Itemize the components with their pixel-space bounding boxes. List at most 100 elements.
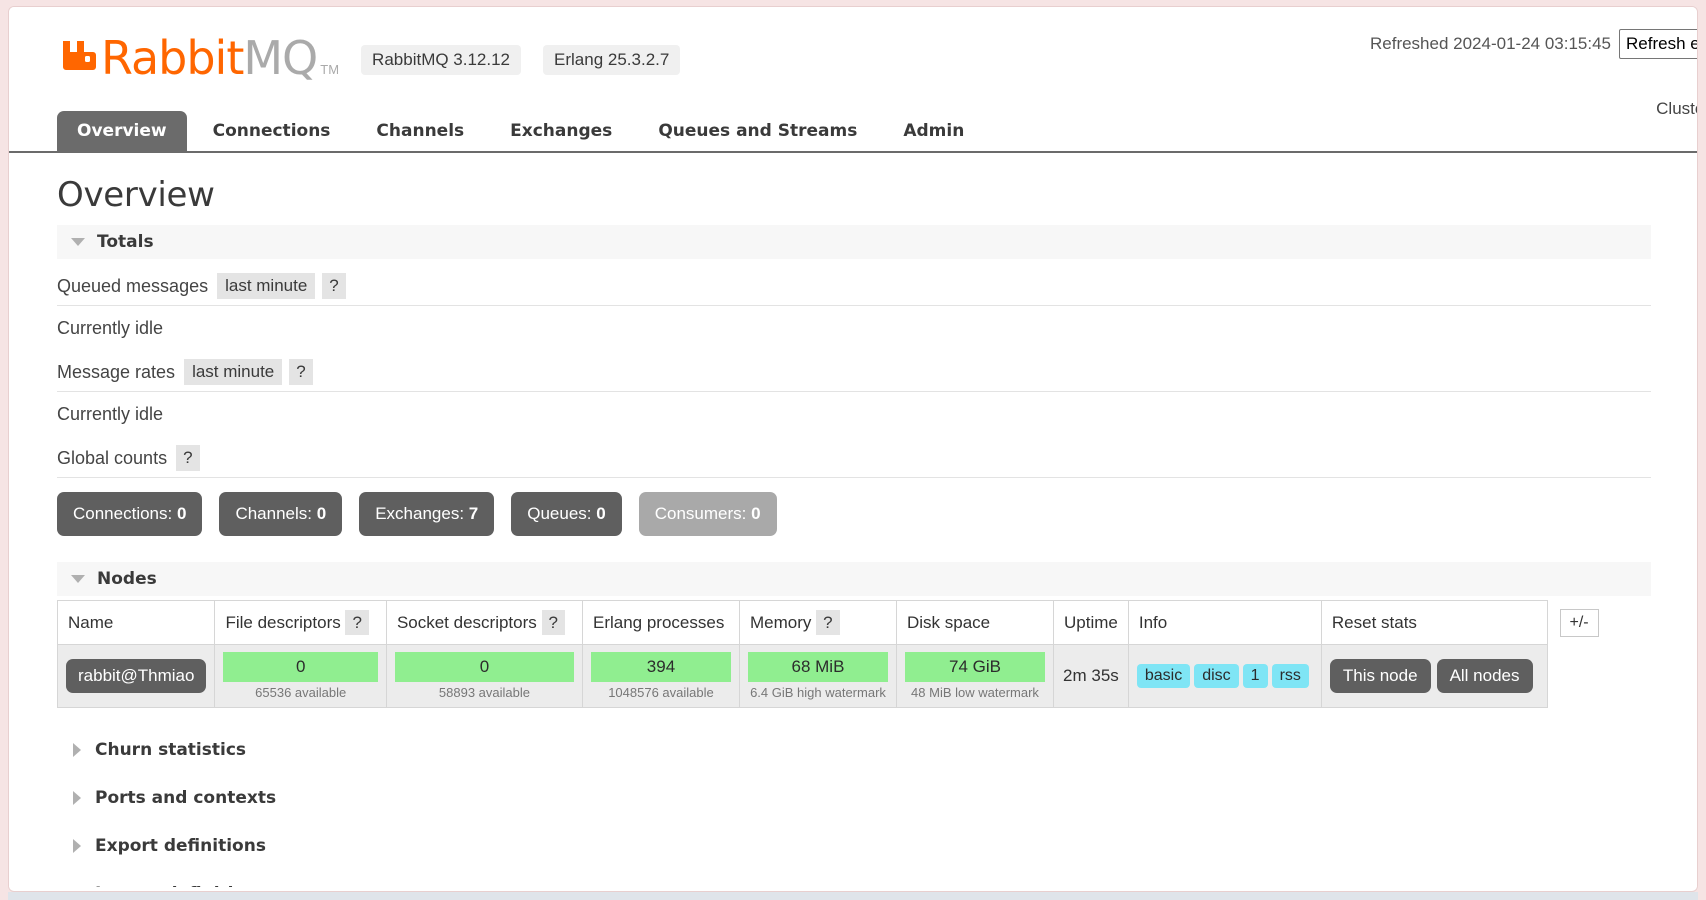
horizontal-scrollbar[interactable]	[8, 892, 1698, 900]
col-memory-label: Memory	[749, 612, 812, 632]
reset-all-nodes-button[interactable]: All nodes	[1436, 659, 1533, 693]
badge-exchanges[interactable]: Exchanges: 7	[359, 492, 495, 536]
browser-viewport: RabbitMQ TM RabbitMQ 3.12.12 Erlang 25.3…	[8, 6, 1698, 892]
erlang-version-pill: Erlang 25.3.2.7	[543, 45, 681, 75]
caret-down-icon	[71, 575, 85, 583]
section-churn-statistics[interactable]: Churn statistics	[57, 726, 1651, 774]
col-uptime[interactable]: Uptime	[1052, 600, 1129, 645]
memory-bar: 68 MiB	[747, 652, 888, 682]
queued-messages-period-chip[interactable]: last minute	[217, 273, 316, 299]
main-content: Overview Totals Queued messages last min…	[9, 153, 1697, 887]
badge-queues[interactable]: Queues: 0	[511, 492, 622, 536]
file-descriptors-bar: 0	[223, 652, 378, 682]
toggle-columns-button[interactable]: +/-	[1559, 608, 1599, 637]
badge-connections[interactable]: Connections: 0	[57, 492, 203, 536]
cell-memory: 68 MiB 6.4 GiB high watermark	[738, 644, 897, 708]
badge-channels-value: 0	[316, 504, 327, 523]
global-counts-help-icon[interactable]: ?	[176, 445, 200, 471]
section-ports-and-contexts[interactable]: Ports and contexts	[57, 774, 1651, 822]
info-tag-rss[interactable]: rss	[1271, 664, 1309, 688]
caret-down-icon	[71, 238, 85, 246]
tab-exchanges[interactable]: Exchanges	[490, 111, 632, 151]
message-rates-row: Message rates last minute ?	[57, 349, 1651, 392]
col-name[interactable]: Name	[56, 600, 216, 645]
page-title: Overview	[57, 175, 215, 215]
cell-node-name: rabbit@Thmiao	[56, 644, 216, 708]
col-file-descriptors[interactable]: File descriptors ?	[214, 600, 387, 645]
vhost-line: Virtual host	[1199, 69, 1697, 89]
totals-section-header[interactable]: Totals	[57, 225, 1651, 259]
collapsed-sections-list: Churn statistics Ports and contexts Expo…	[57, 726, 1651, 887]
nodes-section-header[interactable]: Nodes	[57, 562, 1651, 596]
section-export-definitions[interactable]: Export definitions	[57, 822, 1651, 870]
tab-queues-and-streams[interactable]: Queues and Streams	[638, 111, 877, 151]
global-counts-badge-list: Connections: 0 Channels: 0 Exchanges: 7 …	[57, 492, 1651, 536]
badge-queues-value: 0	[596, 504, 606, 523]
page-content: RabbitMQ TM RabbitMQ 3.12.12 Erlang 25.3…	[9, 7, 1697, 887]
cell-file-descriptors: 0 65536 available	[214, 644, 387, 708]
page-header: RabbitMQ TM RabbitMQ 3.12.12 Erlang 25.3…	[9, 7, 1697, 118]
tab-overview[interactable]: Overview	[57, 111, 187, 151]
info-tag-basic[interactable]: basic	[1136, 664, 1191, 688]
col-info[interactable]: Info	[1127, 600, 1322, 645]
badge-connections-label: Connections:	[73, 504, 173, 523]
caret-right-icon	[73, 839, 81, 853]
erlang-processes-sub: 1048576 available	[608, 685, 714, 700]
node-name-link[interactable]: rabbit@Thmiao	[66, 659, 207, 693]
socket-descriptors-sub: 58893 available	[438, 685, 530, 700]
queued-messages-row: Queued messages last minute ?	[57, 263, 1651, 306]
col-socket-descriptors[interactable]: Socket descriptors ?	[385, 600, 583, 645]
disk-space-sub: 48 MiB low watermark	[911, 685, 1039, 700]
socket-descriptors-help-icon[interactable]: ?	[541, 609, 565, 635]
col-socket-descriptors-label: Socket descriptors	[396, 612, 537, 632]
cell-disk-space: 74 GiB 48 MiB low watermark	[895, 644, 1054, 708]
col-reset-stats[interactable]: Reset stats	[1320, 600, 1548, 645]
badge-channels[interactable]: Channels: 0	[219, 492, 343, 536]
message-rates-help-icon[interactable]: ?	[289, 359, 313, 385]
erlang-processes-bar: 394	[590, 652, 731, 682]
main-navigation: Overview Connections Channels Exchanges …	[9, 109, 1697, 153]
info-tag-disc[interactable]: disc	[1194, 664, 1239, 688]
queued-messages-help-icon[interactable]: ?	[322, 273, 346, 299]
section-churn-statistics-label: Churn statistics	[95, 740, 247, 760]
badge-consumers[interactable]: Consumers: 0	[638, 492, 777, 536]
section-import-definitions[interactable]: Import definitions	[57, 870, 1651, 887]
file-descriptors-help-icon[interactable]: ?	[345, 609, 369, 635]
col-erlang-processes[interactable]: Erlang processes	[581, 600, 740, 645]
rabbitmq-version-pill: RabbitMQ 3.12.12	[361, 45, 522, 75]
section-ports-and-contexts-label: Ports and contexts	[95, 788, 277, 808]
col-disk-space[interactable]: Disk space	[895, 600, 1054, 645]
cell-uptime: 2m 35s	[1052, 644, 1129, 708]
info-tag-1[interactable]: 1	[1242, 664, 1268, 688]
brand-logo-area[interactable]: RabbitMQ TM RabbitMQ 3.12.12 Erlang 25.3…	[57, 29, 681, 81]
col-memory[interactable]: Memory ?	[738, 600, 897, 645]
message-rates-idle-text: Currently idle	[57, 404, 164, 424]
badge-consumers-label: Consumers:	[654, 504, 747, 523]
caret-right-icon	[73, 791, 81, 805]
tab-channels[interactable]: Channels	[356, 111, 484, 151]
queued-messages-idle-text: Currently idle	[57, 318, 164, 338]
global-counts-label: Global counts	[57, 447, 168, 468]
badge-channels-label: Channels:	[235, 504, 312, 523]
tab-admin[interactable]: Admin	[883, 111, 984, 151]
message-rates-period-chip[interactable]: last minute	[184, 359, 283, 385]
tab-connections[interactable]: Connections	[193, 111, 351, 151]
badge-exchanges-value: 7	[468, 504, 479, 523]
memory-sub: 6.4 GiB high watermark	[750, 685, 886, 700]
brand-name: RabbitMQ	[101, 35, 318, 81]
badge-consumers-value: 0	[751, 504, 761, 523]
badge-exchanges-label: Exchanges:	[375, 504, 465, 523]
cell-socket-descriptors: 0 58893 available	[385, 644, 583, 708]
reset-this-node-button[interactable]: This node	[1329, 659, 1431, 693]
cell-erlang-processes: 394 1048576 available	[581, 644, 740, 708]
nodes-table-header-row: Name File descriptors ? Socket descripto…	[56, 600, 1610, 645]
rabbitmq-logo-icon	[57, 29, 99, 76]
table-row: rabbit@Thmiao 0 65536 available 0 58893 …	[56, 644, 1610, 708]
trademark-mark: TM	[320, 62, 340, 77]
refresh-interval-select[interactable]: Refresh every 5 seconds	[1619, 29, 1697, 59]
refreshed-timestamp: Refreshed 2024-01-24 03:15:45	[1369, 34, 1611, 53]
global-counts-row: Global counts ?	[57, 435, 1651, 478]
memory-help-icon[interactable]: ?	[816, 609, 840, 635]
queued-messages-label: Queued messages	[57, 275, 209, 296]
badge-queues-label: Queues:	[527, 504, 592, 523]
